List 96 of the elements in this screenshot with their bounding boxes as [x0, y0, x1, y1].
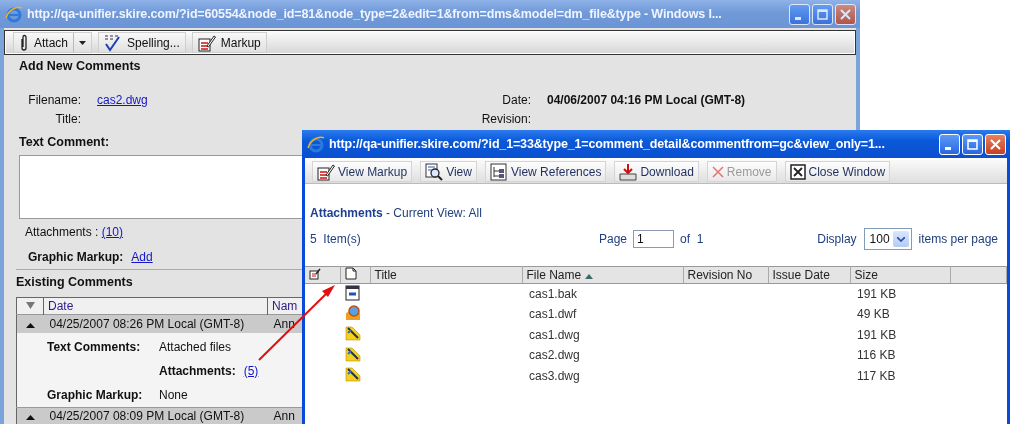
column-header[interactable]: Date — [48, 299, 74, 313]
file-link[interactable]: cas2.dwg — [97, 92, 148, 107]
browser-icon — [5, 5, 23, 23]
minimize-button[interactable] — [939, 133, 960, 155]
paperclip-icon — [19, 33, 29, 52]
comment-textarea[interactable] — [19, 155, 302, 219]
comment-author: Ann — [273, 316, 295, 331]
maximize-icon — [967, 138, 978, 150]
file-name: cas1.bak — [529, 287, 578, 301]
item-count: 5 Item(s) — [310, 232, 361, 246]
detail-label: Graphic Markup: — [47, 387, 143, 402]
toolbar-button[interactable]: Spelling... — [98, 32, 186, 53]
close-box-icon — [789, 163, 806, 180]
toolbar-button[interactable]: View — [420, 161, 477, 182]
spellcheck-icon — [104, 33, 123, 52]
detail-label: Attachments: — [159, 363, 236, 378]
window-title: http://qa-unifier.skire.com/?id_1=33&type_1=comment_detail&commentfrom=gc&view_only=1... — [329, 137, 886, 151]
field-label: Revision: — [481, 111, 531, 126]
remove-icon — [711, 165, 724, 178]
toolbar-button[interactable]: Download — [614, 161, 699, 182]
browser-icon — [307, 135, 325, 153]
detail-label: Text Comments: — [47, 339, 141, 354]
column-header[interactable]: Nam — [272, 299, 298, 313]
page-size-select[interactable]: 100 — [863, 228, 912, 250]
drawing-file-icon — [345, 325, 361, 342]
comment-date: 04/25/2007 08:26 PM Local (GMT-8) — [49, 316, 245, 331]
maximize-icon — [817, 8, 828, 20]
edit-icon — [309, 267, 321, 280]
field-label: Title: — [55, 111, 81, 126]
file-size: 191 KB — [857, 287, 897, 301]
globe-file-icon — [345, 304, 361, 321]
maximize-button[interactable] — [962, 133, 983, 155]
field-label: Date: — [502, 92, 531, 107]
section-title: Add New Comments — [19, 59, 141, 73]
toolbar-button[interactable]: Markup — [191, 32, 267, 53]
file-size: 191 KB — [857, 327, 897, 342]
drawing-file-icon — [345, 345, 361, 362]
attachments-link[interactable]: (10) — [101, 225, 124, 239]
field-label: Text Comment: — [19, 135, 110, 149]
sort-icon — [25, 302, 35, 310]
column-header[interactable]: Title — [370, 266, 522, 284]
minimize-button[interactable] — [789, 3, 810, 25]
maximize-button[interactable] — [812, 3, 833, 25]
view-value: All — [468, 206, 482, 220]
minimize-icon — [795, 16, 801, 20]
per-page-label: items per page — [918, 232, 998, 246]
close-icon — [990, 138, 1001, 150]
caret-icon — [896, 236, 905, 242]
field-label: Filename: — [28, 92, 81, 107]
attachments-link[interactable]: (5) — [243, 363, 259, 378]
section-title: Attachments — [310, 206, 383, 220]
close-icon — [840, 8, 851, 20]
column-header[interactable]: Revision No — [683, 266, 768, 284]
detail-value: None — [159, 387, 188, 402]
hierarchy-document-icon — [489, 162, 508, 181]
page-total: of 1 — [680, 232, 704, 246]
comment-author: Ann — [273, 409, 295, 423]
magnifier-document-icon — [425, 162, 444, 181]
column-header[interactable]: Size — [850, 266, 950, 284]
document-icon — [345, 284, 360, 301]
toolbar-button[interactable]: Close Window — [784, 161, 891, 182]
column-header[interactable]: Issue Date — [768, 266, 850, 284]
field-label: Attachments : — [25, 225, 100, 239]
view-label: - Current View: — [386, 206, 466, 220]
collapse-icon — [25, 322, 35, 328]
collapse-icon — [25, 415, 35, 420]
drawing-file-icon — [345, 366, 361, 383]
add-link[interactable]: Add — [131, 250, 153, 264]
pencil-document-icon — [317, 162, 335, 181]
toolbar-button[interactable]: Attach — [13, 32, 93, 53]
page-label: Page — [599, 232, 628, 246]
page-field[interactable]: 1 — [633, 230, 675, 248]
detail-value: Attached files — [159, 339, 232, 354]
file-size: 49 KB — [857, 307, 890, 322]
section-title: Existing Comments — [16, 275, 133, 289]
sort-ascending-icon — [584, 273, 593, 279]
minimize-icon — [945, 146, 951, 150]
toolbar-button[interactable]: View Markup — [312, 161, 413, 182]
column-header[interactable]: File Name — [522, 266, 683, 284]
close-button[interactable] — [985, 133, 1006, 155]
download-icon — [619, 162, 638, 181]
toolbar-button[interactable]: View References — [484, 161, 607, 182]
file-size: 116 KB — [857, 348, 896, 363]
window-title: http://qa-unifier.skire.com/?id=60554&node_id=81&node_type=2&edit=1&from=dms&model=dm_file&type - Windows I... — [27, 7, 723, 21]
display-label: Display — [817, 232, 857, 246]
field-label: Graphic Markup: — [28, 250, 124, 264]
file-name: cas2.dwg — [529, 348, 580, 363]
field-value: 04/06/2007 04:16 PM Local (GMT-8) — [547, 92, 746, 107]
page-icon — [344, 267, 357, 280]
close-button[interactable] — [835, 3, 856, 25]
comment-date: 04/25/2007 08:09 PM Local (GMT-8) — [49, 409, 245, 423]
file-name: cas1.dwf — [529, 307, 577, 322]
file-size: 117 KB — [857, 368, 896, 383]
pencil-document-icon — [197, 33, 216, 52]
file-name: cas3.dwg — [529, 368, 580, 383]
file-name: cas1.dwg — [529, 327, 580, 342]
